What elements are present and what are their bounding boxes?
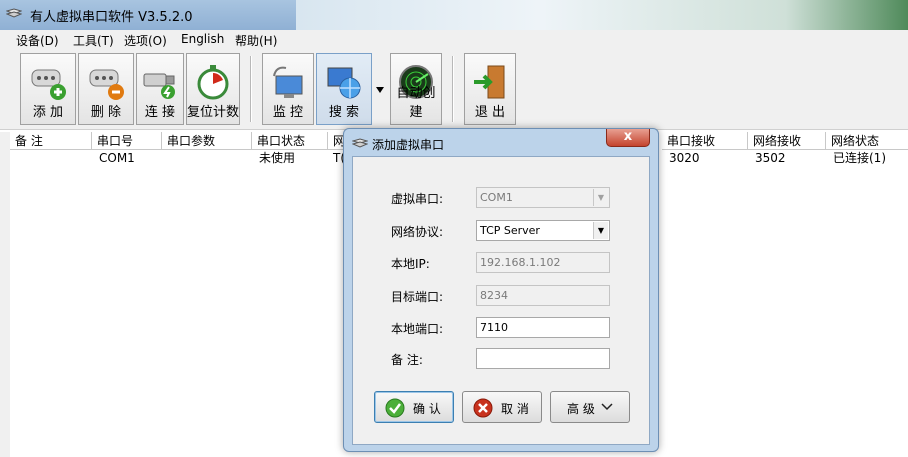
left-strip (0, 132, 10, 457)
reset-count-button[interactable]: 复位计数 (186, 53, 240, 125)
protocol-select[interactable]: TCP Server ▼ (476, 220, 610, 241)
monitor-icon (273, 66, 303, 98)
advanced-label: 高 级 (567, 402, 595, 416)
cell-port: COM1 (99, 151, 135, 165)
menu-device[interactable]: 设备(D) (16, 32, 59, 49)
app-icon (6, 8, 22, 18)
menu-tools[interactable]: 工具(T) (73, 32, 114, 49)
title-bar: 有人虚拟串口软件 V3.5.2.0 (0, 0, 908, 30)
checkmark-icon (385, 398, 405, 418)
toolbar: 添 加 删 除 连 接 复位计数 监 控 搜 索 自动创建 退 出 (0, 50, 908, 130)
column-header[interactable]: 串口状态 (252, 132, 328, 150)
search-dropdown-icon[interactable] (375, 86, 385, 94)
exit-label: 退 出 (474, 105, 506, 120)
virtual-port-label: 虚拟串口: (391, 192, 444, 206)
serial-port-add-icon (31, 69, 66, 100)
chevron-down-icon[interactable]: ▼ (593, 222, 608, 239)
column-header[interactable]: 备 注 (10, 132, 92, 150)
serial-port-remove-icon (89, 69, 124, 100)
monitor-button[interactable]: 监 控 (262, 53, 314, 125)
column-header[interactable]: 网络状态 (826, 132, 908, 150)
virtual-port-value: COM1 (480, 191, 513, 204)
auto-create-label: 自动创建 (396, 86, 436, 120)
local-ip-field: 192.168.1.102 (476, 252, 610, 273)
menu-english[interactable]: English (181, 32, 224, 46)
reset-count-label: 复位计数 (187, 105, 240, 120)
target-port-field: 8234 (476, 285, 610, 306)
protocol-label: 网络协议: (391, 225, 444, 239)
auto-create-button[interactable]: 自动创建 (390, 53, 442, 125)
target-port-label: 目标端口: (391, 290, 444, 304)
menu-help[interactable]: 帮助(H) (235, 32, 277, 49)
local-ip-value: 192.168.1.102 (480, 256, 561, 269)
monitor-label: 监 控 (272, 105, 304, 120)
dialog-app-icon (352, 138, 368, 148)
add-button[interactable]: 添 加 (20, 53, 76, 125)
network-globe-icon (327, 67, 361, 99)
ok-label: 确 认 (413, 402, 441, 416)
cancel-x-icon (473, 398, 493, 418)
search-button[interactable]: 搜 索 (316, 53, 372, 125)
dialog-title: 添加虚拟串口 (372, 138, 445, 152)
local-port-label: 本地端口: (391, 322, 444, 336)
delete-label: 删 除 (90, 105, 122, 120)
cell-net-status: 已连接(1) (833, 151, 886, 165)
add-virtual-port-dialog: 添加虚拟串口 x 虚拟串口: COM1 ▼ 网络协议: TCP Server ▼… (343, 128, 659, 452)
close-icon: x (623, 129, 633, 144)
cell-params (162, 150, 252, 166)
protocol-value: TCP Server (480, 224, 540, 237)
title-bar-background (296, 0, 908, 30)
target-port-value: 8234 (480, 289, 508, 302)
cell-note (10, 150, 92, 166)
local-port-value: 7110 (480, 321, 508, 334)
column-header[interactable]: 串口参数 (162, 132, 252, 150)
local-port-field[interactable]: 7110 (476, 317, 610, 338)
toolbar-separator (250, 56, 252, 122)
exit-button[interactable]: 退 出 (464, 53, 516, 125)
local-ip-label: 本地IP: (391, 257, 430, 271)
column-header[interactable]: 网络接收 (748, 132, 826, 150)
search-label: 搜 索 (328, 105, 360, 120)
toolbar-separator (452, 56, 454, 122)
menu-bar: 设备(D) 工具(T) 选项(O) English 帮助(H) (0, 30, 908, 50)
ok-button[interactable]: 确 认 (374, 391, 454, 423)
column-header[interactable]: 串口号 (92, 132, 162, 150)
window-title: 有人虚拟串口软件 V3.5.2.0 (30, 10, 193, 25)
cancel-label: 取 消 (501, 402, 529, 416)
connect-button[interactable]: 连 接 (136, 53, 184, 125)
chevron-down-icon (601, 403, 613, 411)
advanced-button[interactable]: 高 级 (550, 391, 630, 423)
delete-button[interactable]: 删 除 (78, 53, 134, 125)
cell-port-recv: 3020 (669, 151, 700, 165)
virtual-port-select: COM1 ▼ (476, 187, 610, 208)
connect-label: 连 接 (144, 105, 176, 120)
cancel-button[interactable]: 取 消 (462, 391, 542, 423)
plug-connect-icon (143, 73, 175, 99)
note-field[interactable] (476, 348, 610, 369)
chevron-down-icon: ▼ (593, 189, 608, 206)
cell-port-status: 未使用 (259, 151, 296, 165)
stopwatch-icon (197, 65, 229, 100)
cell-net-recv: 3502 (755, 151, 786, 165)
add-label: 添 加 (32, 105, 64, 120)
exit-door-icon (474, 65, 505, 99)
menu-options[interactable]: 选项(O) (124, 32, 167, 49)
close-button[interactable]: x (606, 129, 650, 147)
column-header[interactable]: 串口接收 (662, 132, 748, 150)
note-label: 备 注: (391, 353, 423, 367)
